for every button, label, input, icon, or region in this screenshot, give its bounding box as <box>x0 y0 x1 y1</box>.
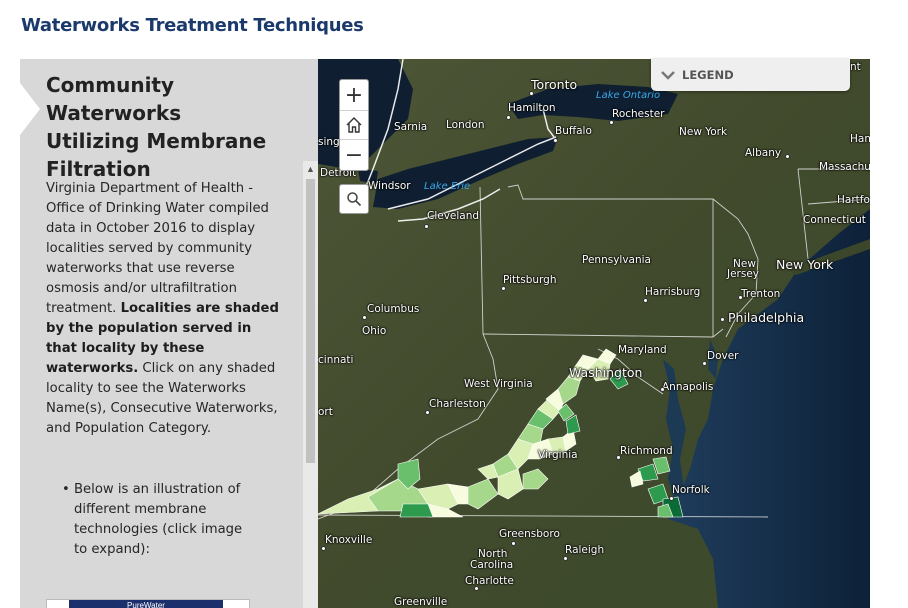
bullet-dot: • <box>62 482 70 497</box>
panel-heading-line1: Community Waterworks <box>46 73 182 125</box>
description-intro: Virginia Department of Health - Office o… <box>46 181 269 316</box>
city-dot <box>424 224 429 229</box>
city-dot <box>720 317 725 322</box>
map-label-hamilton: Hamilton <box>508 102 556 114</box>
map-label-new-jersey-2: Jersey <box>727 268 760 280</box>
illustration-bullet: • Below is an illustration of different … <box>62 480 250 560</box>
map-label-raleigh: Raleigh <box>565 544 605 556</box>
map-label-cincinnati: cinnati <box>318 354 354 366</box>
home-button[interactable] <box>340 110 368 140</box>
map-label-connecticut: Connecticut <box>803 214 866 226</box>
panel-notch <box>20 83 40 135</box>
map-label-washington: Washington <box>569 365 643 380</box>
map-label-greensboro: Greensboro <box>499 528 560 540</box>
map-label-hampshire: Ham <box>850 133 870 145</box>
map-label-cleveland: Cleveland <box>427 210 480 222</box>
city-dot <box>660 387 665 392</box>
city-dot <box>501 286 506 291</box>
map-label-sarnia: Sarnia <box>394 121 428 133</box>
scroll-up-arrow-icon[interactable]: ▲ <box>303 161 318 177</box>
city-dot <box>474 586 479 591</box>
map-view[interactable]: Lake Ontario Lake Erie Toronto Hamilton … <box>318 59 870 608</box>
map-label-north-carolina-2: Carolina <box>470 559 514 571</box>
map-water-label-lake-ontario: Lake Ontario <box>596 90 661 101</box>
map-label-massachusetts: Massachu <box>819 161 870 173</box>
map-label-london: London <box>446 119 485 131</box>
legend-label: LEGEND <box>682 68 734 82</box>
map-label-norfolk: Norfolk <box>672 484 710 496</box>
home-icon <box>346 117 362 133</box>
legend-toggle[interactable]: LEGEND <box>651 59 850 91</box>
search-icon <box>347 192 362 207</box>
app-title: Waterworks Treatment Techniques <box>21 15 364 36</box>
map-label-windsor: Windsor <box>368 180 411 192</box>
map-label-albany: Albany <box>745 147 782 159</box>
map-label-lansing: sing <box>318 136 340 148</box>
zoom-control: + − <box>339 79 369 171</box>
city-dot <box>511 541 516 546</box>
thumbnail-text: PureWater <box>69 600 223 608</box>
map-label-knoxville: Knoxville <box>325 534 373 546</box>
city-dot <box>643 298 648 303</box>
city-dot <box>529 91 534 96</box>
map-label-new-york-city: New York <box>776 257 834 272</box>
map-label-hartford: Hartfor <box>837 194 870 206</box>
map-label-pittsburgh: Pittsburgh <box>503 274 557 286</box>
bullet-text: Below is an illustration of different me… <box>74 482 243 557</box>
chevron-down-icon <box>661 71 675 80</box>
side-panel: Community Waterworks Utilizing Membrane … <box>20 59 318 608</box>
map-label-toronto: Toronto <box>531 77 578 92</box>
map-label-trenton: Trenton <box>741 288 781 300</box>
zoom-in-button[interactable]: + <box>340 80 368 110</box>
city-dot <box>506 115 511 120</box>
map-label-new-york-state: New York <box>679 126 728 138</box>
map-label-virginia: Virginia <box>538 449 578 461</box>
panel-heading: Community Waterworks Utilizing Membrane … <box>46 71 306 183</box>
map-label-west-virginia: West Virginia <box>464 378 533 390</box>
map-label-philadelphia: Philadelphia <box>728 310 805 325</box>
city-dot <box>785 154 790 159</box>
map-label-columbus: Columbus <box>367 303 420 315</box>
city-dot <box>616 455 621 460</box>
search-button[interactable] <box>339 184 369 214</box>
panel-description: Virginia Department of Health - Office o… <box>46 179 282 439</box>
map-label-charleston: Charleston <box>429 398 486 410</box>
map-label-buffalo: Buffalo <box>555 125 592 137</box>
map-label-frankfort: ort <box>318 406 333 418</box>
city-dot <box>669 496 674 501</box>
map-basemap <box>318 59 870 608</box>
map-label-greenville: Greenville <box>394 596 448 608</box>
map-label-maryland: Maryland <box>618 344 667 356</box>
scroll-thumb[interactable] <box>306 179 315 463</box>
map-label-pennsylvania: Pennsylvania <box>582 254 651 266</box>
city-dot <box>321 546 326 551</box>
city-dot <box>553 138 558 143</box>
city-dot <box>425 410 430 415</box>
map-label-charlotte: Charlotte <box>465 575 514 587</box>
map-label-richmond: Richmond <box>620 445 673 457</box>
map-label-harrisburg: Harrisburg <box>645 286 701 298</box>
city-dot <box>362 315 367 320</box>
zoom-out-button[interactable]: − <box>340 140 368 170</box>
map-label-vermont: nt <box>850 61 861 73</box>
membrane-illustration-thumbnail[interactable]: PureWater <box>46 599 250 608</box>
city-dot <box>738 295 743 300</box>
map-label-rochester: Rochester <box>612 108 665 120</box>
panel-heading-line2: Utilizing Membrane <box>46 129 267 153</box>
panel-scrollbar[interactable]: ▲ <box>303 161 318 608</box>
map-label-dover: Dover <box>707 350 739 362</box>
city-dot <box>563 556 568 561</box>
map-label-ohio: Ohio <box>362 325 387 337</box>
city-dot <box>609 120 614 125</box>
map-label-annapolis: Annapolis <box>662 381 714 393</box>
map-water-label-lake-erie: Lake Erie <box>424 181 471 192</box>
city-dot <box>702 361 707 366</box>
